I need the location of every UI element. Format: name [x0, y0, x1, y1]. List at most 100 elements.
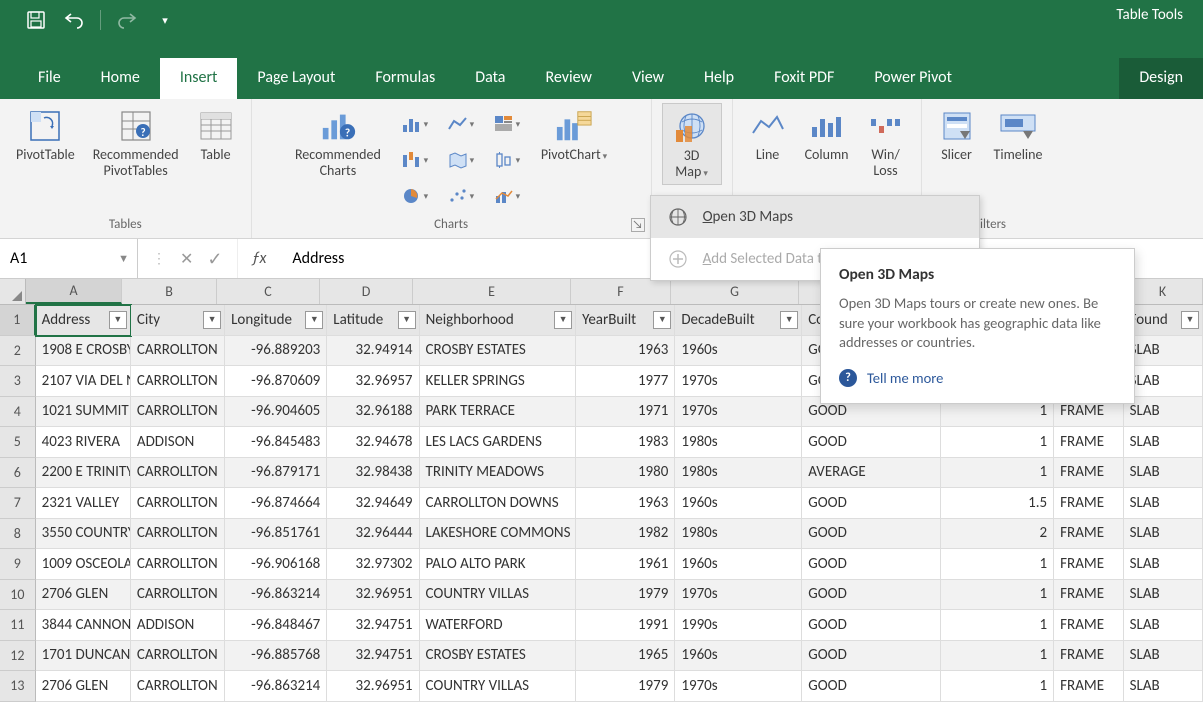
cell[interactable]: 3550 COUNTRY [36, 519, 131, 550]
cell[interactable]: PARK TERRACE [420, 397, 577, 428]
3d-map-button[interactable]: 3D Map [662, 103, 722, 185]
tell-me-more-link[interactable]: ? Tell me more [839, 369, 1116, 387]
cell[interactable]: SLAB [1124, 488, 1203, 519]
tab-power-pivot[interactable]: Power Pivot [854, 58, 972, 99]
cell[interactable]: 1 [941, 549, 1054, 580]
cell[interactable]: 32.94751 [327, 610, 419, 641]
cell[interactable]: FRAME [1054, 427, 1123, 458]
column-header-F[interactable]: F [571, 279, 671, 304]
column-filter-header[interactable]: Longitude▼ [225, 305, 327, 336]
cell[interactable]: 2107 VIA DEL NORTE [36, 366, 131, 397]
tab-formulas[interactable]: Formulas [355, 58, 455, 99]
cell[interactable]: SLAB [1124, 580, 1203, 611]
cell[interactable]: CARROLLTON [131, 397, 225, 428]
cell[interactable]: PALO ALTO PARK [420, 549, 577, 580]
cell[interactable]: 1021 SUMMIT [36, 397, 131, 428]
cell[interactable]: 32.96951 [327, 671, 419, 702]
cell[interactable]: GOOD [802, 580, 941, 611]
cell[interactable]: FRAME [1054, 488, 1123, 519]
waterfall-chart-icon[interactable] [397, 145, 433, 175]
scatter-chart-icon[interactable] [443, 181, 479, 211]
cell[interactable]: FRAME [1054, 519, 1123, 550]
cell[interactable]: 1970s [675, 671, 802, 702]
cell[interactable]: GOOD [802, 488, 941, 519]
cell[interactable]: 1971 [576, 397, 675, 428]
cell[interactable]: 1009 OSCEOLA [36, 549, 131, 580]
cell[interactable]: 2200 E TRINITY [36, 458, 131, 489]
cell[interactable]: ADDISON [131, 427, 225, 458]
cell[interactable]: FRAME [1054, 610, 1123, 641]
column-filter-header[interactable]: Found▼ [1124, 305, 1203, 336]
cell[interactable]: CARROLLTON [131, 549, 225, 580]
cell[interactable]: 2 [941, 519, 1054, 550]
cell[interactable]: ADDISON [131, 610, 225, 641]
column-header-G[interactable]: G [671, 279, 799, 304]
cell[interactable]: 1961 [576, 549, 675, 580]
column-filter-header[interactable]: DecadeBuilt▼ [675, 305, 802, 336]
cell[interactable]: SLAB [1124, 366, 1203, 397]
timeline-button[interactable]: Timeline [988, 103, 1049, 167]
cell[interactable]: 1 [941, 458, 1054, 489]
cell[interactable]: 1965 [576, 641, 675, 672]
cell[interactable]: GOOD [802, 519, 941, 550]
qat-customize-icon[interactable]: ▾ [153, 8, 177, 32]
row-header[interactable]: 1 [0, 305, 36, 336]
cell[interactable]: LES LACS GARDENS [420, 427, 577, 458]
cell[interactable]: 1960s [675, 336, 802, 367]
cell[interactable]: FRAME [1054, 641, 1123, 672]
redo-icon[interactable] [115, 8, 139, 32]
cell[interactable]: 1963 [576, 488, 675, 519]
cell[interactable]: 2706 GLEN [36, 580, 131, 611]
pivottable-button[interactable]: PivotTable [10, 103, 81, 167]
filter-dropdown-icon[interactable]: ▼ [554, 311, 572, 329]
cell[interactable]: -96.904605 [225, 397, 327, 428]
row-header[interactable]: 2 [0, 336, 36, 367]
column-filter-header[interactable]: YearBuilt▼ [576, 305, 675, 336]
cell[interactable]: CARROLLTON [131, 366, 225, 397]
cell[interactable]: FRAME [1054, 458, 1123, 489]
cell[interactable]: FRAME [1054, 671, 1123, 702]
cell[interactable]: -96.845483 [225, 427, 327, 458]
tab-design[interactable]: Design [1119, 58, 1203, 99]
cell[interactable]: 1980 [576, 458, 675, 489]
cell[interactable]: 32.96951 [327, 580, 419, 611]
cell[interactable]: CARROLLTON [131, 488, 225, 519]
cancel-icon[interactable]: ✕ [180, 249, 193, 269]
fx-icon[interactable]: ƒx [238, 249, 281, 268]
row-header[interactable]: 11 [0, 610, 36, 641]
cell[interactable]: -96.906168 [225, 549, 327, 580]
cell[interactable]: 4023 RIVERA [36, 427, 131, 458]
row-header[interactable]: 13 [0, 671, 36, 702]
cell[interactable]: COUNTRY VILLAS [420, 671, 577, 702]
cell[interactable]: 1980s [675, 427, 802, 458]
row-header[interactable]: 4 [0, 397, 36, 428]
cell[interactable]: SLAB [1124, 427, 1203, 458]
column-header-B[interactable]: B [122, 279, 217, 304]
cell[interactable]: -96.879171 [225, 458, 327, 489]
cell[interactable]: -96.889203 [225, 336, 327, 367]
cell[interactable]: SLAB [1124, 458, 1203, 489]
cell[interactable]: 32.96188 [327, 397, 419, 428]
pie-chart-icon[interactable] [397, 181, 433, 211]
cell[interactable]: -96.863214 [225, 580, 327, 611]
sparkline-line-button[interactable]: Line [743, 103, 793, 167]
cell[interactable]: 1983 [576, 427, 675, 458]
cell[interactable]: GOOD [802, 610, 941, 641]
cell[interactable]: CARROLLTON [131, 641, 225, 672]
cell[interactable]: 1979 [576, 580, 675, 611]
column-header-D[interactable]: D [320, 279, 413, 304]
line-chart-icon[interactable] [443, 109, 479, 139]
cell[interactable]: 1 [941, 580, 1054, 611]
cell[interactable]: 1970s [675, 366, 802, 397]
cell[interactable]: 32.96957 [327, 366, 419, 397]
cell[interactable]: 1963 [576, 336, 675, 367]
cell[interactable]: 3844 CANNON [36, 610, 131, 641]
cell[interactable]: 2321 VALLEY [36, 488, 131, 519]
cell[interactable]: -96.851761 [225, 519, 327, 550]
enter-icon[interactable]: ✓ [207, 248, 222, 270]
cell[interactable]: CARROLLTON [131, 336, 225, 367]
cell[interactable]: 1990s [675, 610, 802, 641]
column-chart-icon[interactable] [397, 109, 433, 139]
cell[interactable]: CARROLLTON [131, 580, 225, 611]
filter-dropdown-icon[interactable]: ▼ [653, 311, 671, 329]
